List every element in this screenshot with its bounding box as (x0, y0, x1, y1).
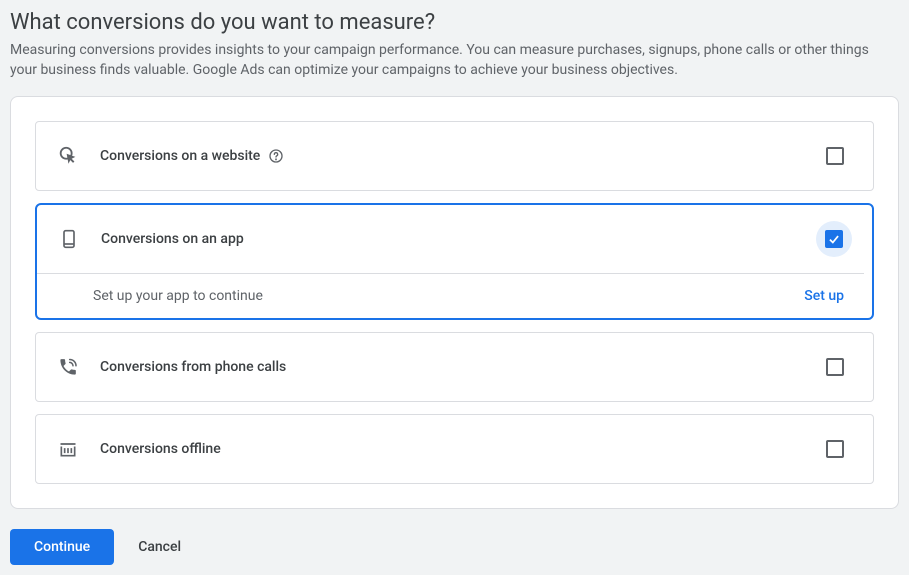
checkbox[interactable] (826, 358, 844, 376)
cancel-button[interactable]: Cancel (138, 539, 181, 555)
option-label: Conversions offline (100, 441, 817, 457)
option-label: Conversions from phone calls (100, 359, 817, 375)
option-phone[interactable]: Conversions from phone calls (35, 332, 874, 402)
option-offline[interactable]: Conversions offline (35, 414, 874, 484)
cursor-click-icon (56, 144, 80, 168)
continue-button[interactable]: Continue (10, 529, 114, 565)
option-body-text: Set up your app to continue (93, 288, 263, 304)
store-icon (56, 437, 80, 461)
checkbox[interactable] (826, 147, 844, 165)
page-title: What conversions do you want to measure? (10, 10, 899, 35)
checkbox[interactable] (826, 440, 844, 458)
option-label: Conversions on a website (100, 148, 817, 164)
smartphone-icon (57, 227, 81, 251)
phone-icon (56, 355, 80, 379)
options-card: Conversions on a website Conversions on … (10, 96, 899, 509)
actions-row: Continue Cancel (10, 529, 899, 565)
option-website[interactable]: Conversions on a website (35, 121, 874, 191)
checkbox-checked[interactable] (825, 230, 843, 248)
help-icon[interactable] (268, 148, 284, 164)
option-app[interactable]: Conversions on an app Set up your app to… (35, 203, 874, 320)
setup-link[interactable]: Set up (804, 288, 844, 304)
option-label: Conversions on an app (101, 231, 816, 247)
page-subtitle: Measuring conversions provides insights … (10, 41, 880, 80)
